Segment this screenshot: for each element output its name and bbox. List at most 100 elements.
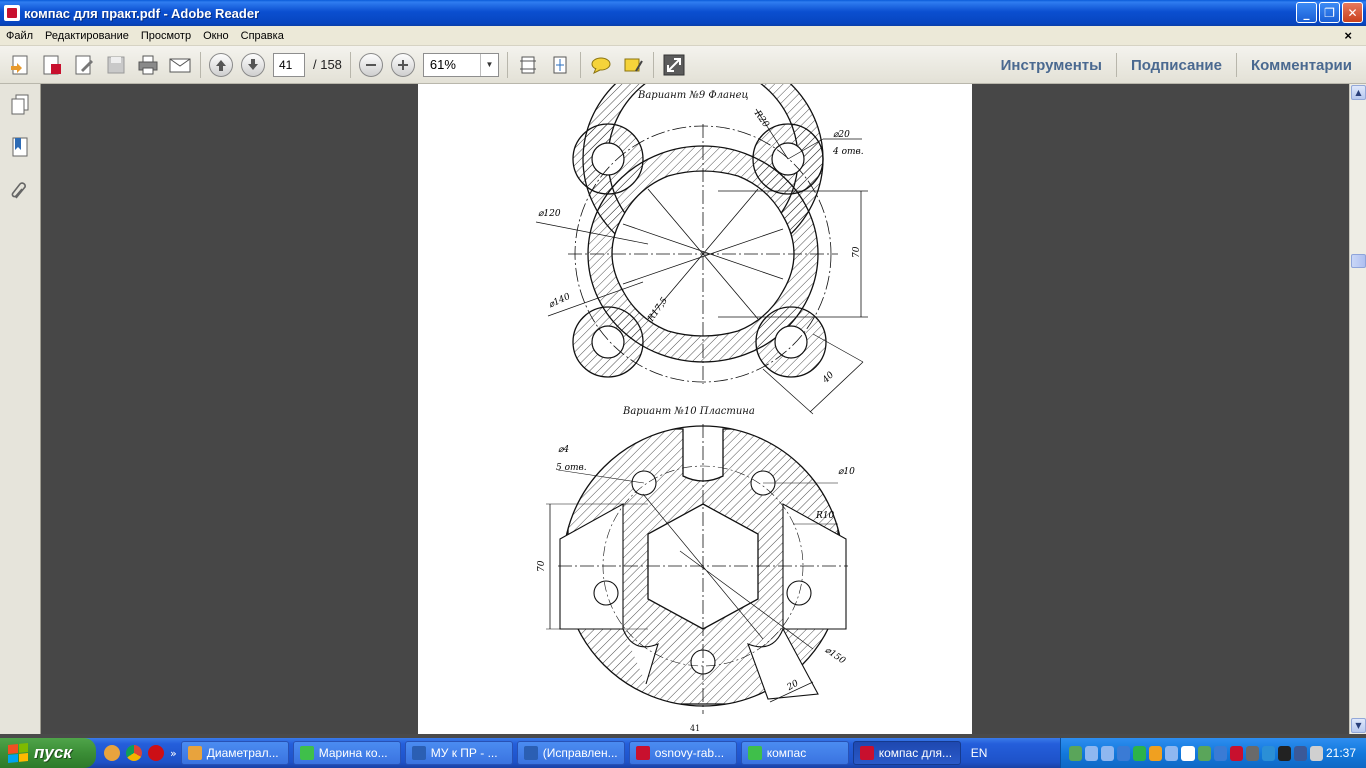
fit-width-icon[interactable]: [548, 53, 572, 77]
toolbar-separator: [200, 51, 201, 78]
menu-bar: Файл Редактирование Просмотр Окно Справк…: [0, 26, 1366, 46]
toolbar-separator: [652, 51, 654, 78]
language-indicator[interactable]: EN: [971, 746, 988, 760]
task-button[interactable]: (Исправлен...: [516, 741, 625, 765]
next-page-button[interactable]: [241, 52, 265, 77]
tray-icon[interactable]: [1149, 745, 1163, 761]
tray-icon[interactable]: [1245, 745, 1259, 761]
task-button-active[interactable]: компас для...: [852, 741, 961, 765]
flange-drawing: [535, 84, 868, 415]
system-tray: 21:37: [1060, 738, 1366, 768]
fit-page-icon[interactable]: [516, 53, 540, 77]
window-controls: _ ❐ ✕: [1296, 2, 1363, 23]
scroll-down-icon[interactable]: ▼: [1351, 718, 1366, 733]
tab-tools[interactable]: Инструменты: [987, 53, 1116, 77]
email-icon[interactable]: [168, 53, 192, 77]
page-total: / 158: [313, 57, 342, 72]
close-document-button[interactable]: ×: [1338, 28, 1358, 43]
zoom-out-button[interactable]: [358, 52, 383, 77]
flag-icon[interactable]: [1229, 745, 1243, 761]
task-button[interactable]: Диаметрал...: [180, 741, 289, 765]
dim-r10: R10: [815, 511, 835, 521]
dim-d120: ⌀120: [538, 209, 561, 219]
chevron-down-icon[interactable]: ▼: [479, 53, 498, 76]
tray-icon[interactable]: [1213, 745, 1227, 761]
checkmark-icon[interactable]: [1181, 745, 1195, 761]
dim-h70-v10: 70: [537, 560, 547, 572]
menu-file[interactable]: Файл: [0, 30, 39, 42]
dim-r20: R20: [751, 108, 770, 130]
adobe-reader-icon: [4, 5, 20, 21]
tray-icon[interactable]: [1197, 745, 1211, 761]
dim-holes4: 4 отв.: [832, 147, 864, 157]
network-icon[interactable]: [1101, 745, 1115, 761]
document-view[interactable]: Вариант №9 Фланец Вариант №10 Пластина 4…: [41, 84, 1349, 734]
technical-drawings: R20 ⌀20 4 отв. ⌀120 ⌀140 R17,5 70 40 ⌀4 …: [535, 84, 868, 714]
dim-d4: ⌀4: [558, 445, 569, 455]
tray-icon[interactable]: [1165, 745, 1179, 761]
zoom-select[interactable]: 61% ▼: [422, 52, 499, 77]
menu-window[interactable]: Окно: [197, 30, 235, 42]
task-button[interactable]: osnovy-rab...: [628, 741, 737, 765]
previous-page-button[interactable]: [209, 52, 233, 77]
save-icon[interactable]: [104, 53, 128, 77]
close-button[interactable]: ✕: [1342, 2, 1363, 23]
toolbar-separator: [349, 51, 351, 78]
edit-pdf-icon[interactable]: [72, 53, 96, 77]
chrome-icon[interactable]: [126, 745, 142, 761]
menu-edit[interactable]: Редактирование: [39, 30, 135, 42]
tray-icon[interactable]: [1277, 745, 1291, 761]
minimize-button[interactable]: _: [1296, 2, 1317, 23]
maximize-button[interactable]: ❐: [1319, 2, 1340, 23]
expand-icon[interactable]: [662, 53, 686, 77]
task-icon: [411, 746, 426, 760]
opera-icon[interactable]: [148, 745, 164, 761]
vk-icon[interactable]: [1293, 745, 1307, 761]
start-label: пуск: [34, 743, 72, 762]
export-pdf-icon[interactable]: [40, 53, 64, 77]
task-button[interactable]: Марина ко...: [292, 741, 401, 765]
task-icon: [523, 746, 538, 760]
right-panel-tabs: Инструменты Подписание Комментарии: [987, 46, 1366, 84]
create-pdf-icon[interactable]: [8, 53, 32, 77]
comment-icon[interactable]: [589, 53, 613, 77]
skype-icon[interactable]: [1261, 745, 1275, 761]
tray-icon[interactable]: [1085, 745, 1099, 761]
windows-logo-icon: [8, 742, 28, 764]
bookmarks-icon[interactable]: [10, 136, 30, 158]
tab-comments[interactable]: Комментарии: [1237, 53, 1366, 77]
tray-icon[interactable]: [1117, 745, 1131, 761]
menu-help[interactable]: Справка: [235, 30, 290, 42]
dim-h70: 70: [852, 246, 862, 258]
quicklaunch-icon[interactable]: [104, 745, 120, 761]
more-icon[interactable]: »: [170, 747, 177, 760]
toolbar-separator: [506, 51, 508, 78]
clock: 21:37: [1326, 746, 1357, 760]
print-icon[interactable]: [136, 53, 160, 77]
pdf-page: Вариант №9 Фланец Вариант №10 Пластина 4…: [418, 84, 972, 734]
tab-sign[interactable]: Подписание: [1117, 53, 1236, 77]
page-number-input[interactable]: 41: [273, 52, 305, 77]
dim-d150: ⌀150: [823, 645, 847, 666]
zoom-value: 61%: [429, 57, 456, 72]
dim-holes5: 5 отв.: [556, 463, 587, 473]
scroll-thumb[interactable]: [1351, 254, 1366, 268]
start-button[interactable]: пуск: [0, 738, 96, 768]
vertical-scrollbar[interactable]: ▲ ▼: [1349, 84, 1366, 734]
zoom-in-button[interactable]: [390, 52, 415, 77]
window-title: компас для практ.pdf - Adobe Reader: [24, 5, 260, 21]
highlight-icon[interactable]: [621, 53, 645, 77]
dim-d140: ⌀140: [547, 292, 572, 311]
tray-icon[interactable]: [1133, 745, 1147, 761]
plate-drawing: [546, 424, 848, 714]
page-thumbnails-icon[interactable]: [10, 94, 30, 116]
menu-view[interactable]: Просмотр: [135, 30, 197, 42]
attachments-icon[interactable]: [10, 180, 30, 202]
scroll-up-icon[interactable]: ▲: [1351, 85, 1366, 100]
dim-w40: 40: [820, 370, 836, 386]
toolbar-separator: [579, 51, 581, 78]
tray-icon[interactable]: [1069, 745, 1083, 761]
task-button[interactable]: компас: [740, 741, 849, 765]
speaker-icon[interactable]: [1309, 745, 1323, 761]
task-button[interactable]: МУ к ПР - ...: [404, 741, 513, 765]
